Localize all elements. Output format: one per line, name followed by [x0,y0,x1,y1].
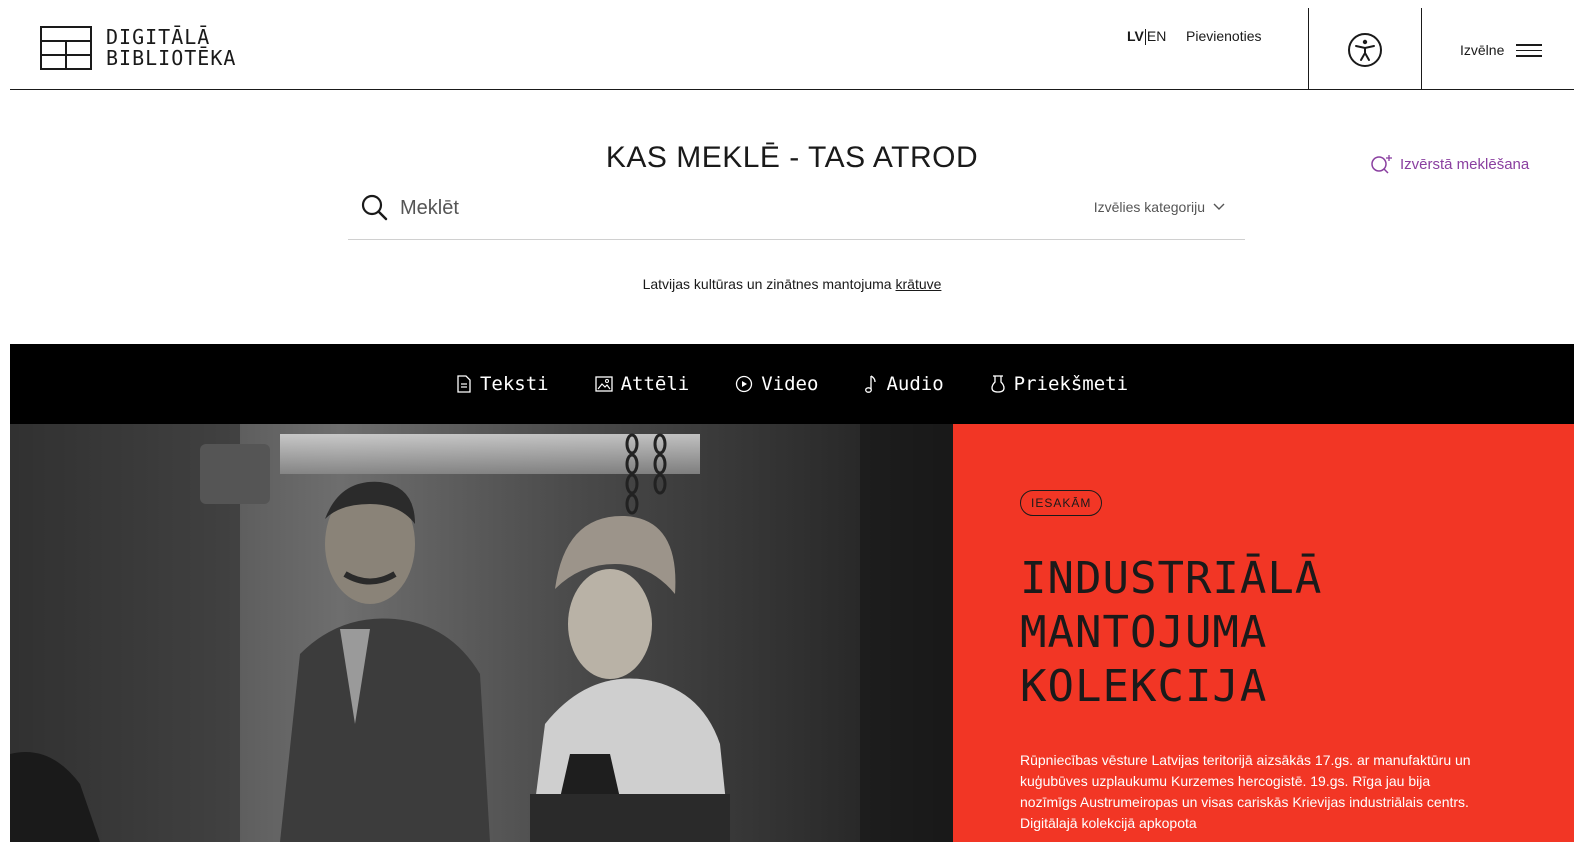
page-slogan: KAS MEKLĒ - TAS ATROD [605,141,979,174]
nav-label: Attēli [620,373,690,395]
music-note-icon [865,375,877,393]
tagline-text: Latvijas kultūras un zinātnes mantojuma [642,276,892,292]
tagline: Latvijas kultūras un zinātnes mantojuma … [10,276,1574,292]
tagline-link[interactable]: krātuve [896,276,942,292]
search-input[interactable] [400,194,1000,222]
lang-divider [1144,29,1146,46]
join-link[interactable]: Pievienoties [1186,28,1262,44]
hamburger-icon [1516,40,1543,61]
lang-en[interactable]: EN [1147,28,1166,44]
featured-description: Rūpniecības vēsture Latvijas teritorijā … [1020,752,1471,831]
header-divider [1308,8,1309,90]
advanced-search-label: Izvērstā meklēšana [1400,155,1530,173]
nav-label: Audio [886,373,944,395]
logo-grid-icon [40,26,92,70]
nav-label: Teksti [479,373,549,395]
page: DIGITĀLĀ BIBLIOTĒKA LV EN Pievienoties Iz… [10,8,1574,842]
header-divider [1421,8,1422,90]
chevron-down-icon [1213,203,1225,210]
play-icon [736,375,753,393]
category-label: Izvēlies kategoriju [1093,199,1205,215]
nav-item-video[interactable]: Video [735,373,818,395]
hero-photo[interactable] [10,424,953,842]
object-icon [990,375,1005,393]
nav-item-teksti[interactable]: Teksti [456,373,549,395]
lang-lv[interactable]: LV [1127,28,1144,44]
site-logo[interactable]: DIGITĀLĀ BIBLIOTĒKA [40,26,236,70]
logo-line-1: DIGITĀLĀ [106,25,211,49]
featured-title-line-1: INDUSTRIĀLĀ [1020,553,1323,604]
search-plus-icon [1371,155,1392,174]
nav-label: Video [761,373,819,395]
featured-title-line-3: KOLEKCIJA [1020,661,1268,712]
accessibility-icon [1348,33,1382,67]
nav-label: Priekšmeti [1013,373,1129,395]
category-nav: Teksti Attēli Video Audio Priekšmeti [10,344,1574,424]
nav-item-prieksmeti[interactable]: Priekšmeti [990,373,1128,395]
language-switcher: LV EN [1127,28,1166,46]
document-icon [457,375,471,393]
accessibility-button[interactable] [1347,32,1383,73]
menu-label: Izvēlne [1460,42,1505,59]
search-icon[interactable] [361,194,389,222]
menu-button[interactable]: Izvēlne [1460,40,1543,61]
featured-collection-panel[interactable]: IESAKĀM INDUSTRIĀLĀ MANTOJUMA KOLEKCIJA … [953,424,1574,842]
logo-text: DIGITĀLĀ BIBLIOTĒKA [106,27,236,69]
site-header: DIGITĀLĀ BIBLIOTĒKA LV EN Pievienoties Iz… [10,8,1574,90]
featured-title[interactable]: INDUSTRIĀLĀ MANTOJUMA KOLEKCIJA [1020,552,1540,714]
search-bar: Izvēlies kategoriju [348,188,1245,240]
recommended-badge: IESAKĀM [1020,490,1103,516]
image-icon [594,376,613,392]
advanced-search-link[interactable]: Izvērstā meklēšana [1370,153,1529,175]
nav-item-atteli[interactable]: Attēli [594,373,690,395]
workers-photo-image [10,424,953,842]
featured-title-line-2: MANTOJUMA [1020,607,1268,658]
nav-item-audio[interactable]: Audio [864,373,944,395]
logo-line-2: BIBLIOTĒKA [106,46,237,70]
category-select[interactable]: Izvēlies kategoriju [1094,199,1225,215]
